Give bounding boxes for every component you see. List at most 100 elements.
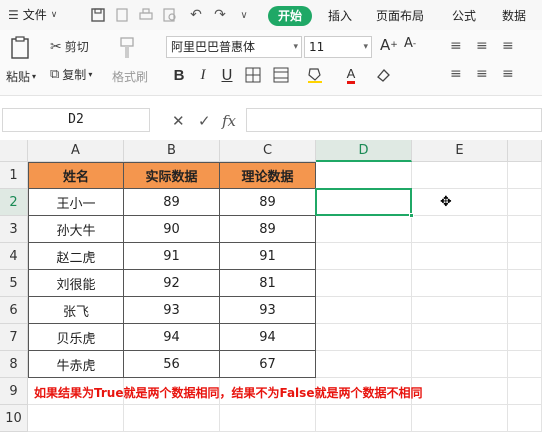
fill-color-icon[interactable] [304, 64, 326, 86]
row-header-3[interactable]: 3 [0, 216, 28, 243]
redo-icon[interactable]: ↷ [210, 5, 230, 25]
font-size-select[interactable]: 11 ▾ [304, 36, 372, 58]
table-cell-a4[interactable]: 赵二虎 [28, 243, 124, 270]
align-left-icon[interactable]: ≡ [450, 66, 462, 82]
table-cell-c6[interactable]: 93 [220, 297, 316, 324]
table-cell-b4[interactable]: 91 [124, 243, 220, 270]
undo-icon[interactable]: ↶ [186, 5, 206, 25]
export-pdf-icon[interactable] [112, 5, 132, 25]
cell-f5[interactable] [508, 270, 542, 297]
table-cell-a2[interactable]: 王小一 [28, 189, 124, 216]
row-header-7[interactable]: 7 [0, 324, 28, 351]
row-header-1[interactable]: 1 [0, 162, 28, 189]
tab-insert[interactable]: 插入 [328, 6, 352, 26]
save-icon[interactable] [88, 5, 108, 25]
column-header-c[interactable]: C [220, 140, 316, 162]
cell-d4[interactable] [316, 243, 412, 270]
table-cell-c2[interactable]: 89 [220, 189, 316, 216]
row-header-2[interactable]: 2 [0, 189, 28, 216]
insert-function-icon[interactable]: fx [222, 110, 236, 132]
paste-label-button[interactable]: 粘贴 ▾ [6, 68, 36, 85]
table-cell-c7[interactable]: 94 [220, 324, 316, 351]
row-header-4[interactable]: 4 [0, 243, 28, 270]
merge-cells-icon[interactable] [270, 64, 292, 86]
table-cell-a8[interactable]: 牛赤虎 [28, 351, 124, 378]
table-cell-a5[interactable]: 刘很能 [28, 270, 124, 297]
name-box[interactable]: D2 [2, 108, 150, 132]
tab-page-layout[interactable]: 页面布局 [376, 6, 424, 26]
row-header-6[interactable]: 6 [0, 297, 28, 324]
cell-d5[interactable] [316, 270, 412, 297]
decrease-font-icon[interactable]: A- [404, 36, 416, 51]
active-cell-outline[interactable] [315, 188, 414, 218]
tab-home[interactable]: 开始 [268, 6, 313, 26]
table-cell-b8[interactable]: 56 [124, 351, 220, 378]
row-header-9[interactable]: 9 [0, 378, 28, 405]
more-chevron-icon[interactable]: ∨ [234, 5, 254, 25]
formula-input[interactable] [246, 108, 542, 132]
borders-icon[interactable] [242, 64, 264, 86]
align-top-icon[interactable]: ≡ [450, 38, 462, 54]
row-header-8[interactable]: 8 [0, 351, 28, 378]
clear-format-icon[interactable] [372, 64, 394, 86]
cell-f4[interactable] [508, 243, 542, 270]
table-header-cell[interactable]: 实际数据 [124, 162, 220, 189]
cell-d6[interactable] [316, 297, 412, 324]
cell-e9[interactable] [412, 378, 508, 405]
font-name-select[interactable]: 阿里巴巴普惠体 ▾ [166, 36, 302, 58]
cancel-icon[interactable]: ✕ [172, 110, 185, 132]
cell-f3[interactable] [508, 216, 542, 243]
cell-e4[interactable] [412, 243, 508, 270]
print-preview-icon[interactable] [160, 5, 180, 25]
table-cell-c5[interactable]: 81 [220, 270, 316, 297]
cell-f9[interactable] [508, 378, 542, 405]
select-all-corner[interactable] [0, 140, 28, 162]
underline-icon[interactable]: U [216, 64, 238, 86]
cell-f7[interactable] [508, 324, 542, 351]
cell-a10[interactable] [28, 405, 124, 432]
cut-button[interactable]: ✂ 剪切 [50, 38, 89, 55]
align-middle-icon[interactable]: ≡ [476, 38, 488, 54]
table-cell-a7[interactable]: 贝乐虎 [28, 324, 124, 351]
table-cell-b7[interactable]: 94 [124, 324, 220, 351]
cell-d10[interactable] [316, 405, 412, 432]
cell-d7[interactable] [316, 324, 412, 351]
column-header-a[interactable]: A [28, 140, 124, 162]
print-icon[interactable] [136, 5, 156, 25]
table-cell-b3[interactable]: 90 [124, 216, 220, 243]
cell-e2[interactable] [412, 189, 508, 216]
font-color-icon[interactable]: A [340, 64, 362, 86]
table-cell-c4[interactable]: 91 [220, 243, 316, 270]
table-header-cell[interactable]: 姓名 [28, 162, 124, 189]
cell-e6[interactable] [412, 297, 508, 324]
row-header-10[interactable]: 10 [0, 405, 28, 432]
increase-font-icon[interactable]: A + [380, 36, 398, 54]
table-cell-b5[interactable]: 92 [124, 270, 220, 297]
row-header-5[interactable]: 5 [0, 270, 28, 297]
column-header-d[interactable]: D [316, 140, 412, 162]
column-header-e[interactable]: E [412, 140, 508, 162]
cell-b10[interactable] [124, 405, 220, 432]
confirm-icon[interactable]: ✓ [198, 110, 211, 132]
cell-f6[interactable] [508, 297, 542, 324]
format-painter-icon[interactable] [118, 36, 136, 60]
cell-e3[interactable] [412, 216, 508, 243]
copy-button[interactable]: ⧉ 复制 ▾ [50, 66, 92, 83]
table-cell-a3[interactable]: 孙大牛 [28, 216, 124, 243]
table-cell-b6[interactable]: 93 [124, 297, 220, 324]
align-center-icon[interactable]: ≡ [476, 66, 488, 82]
cell-d1[interactable] [316, 162, 412, 189]
align-bottom-icon[interactable]: ≡ [502, 38, 514, 54]
table-cell-b2[interactable]: 89 [124, 189, 220, 216]
cell-f10[interactable] [508, 405, 542, 432]
cell-e10[interactable] [412, 405, 508, 432]
cell-e1[interactable] [412, 162, 508, 189]
format-painter-button[interactable]: 格式刷 [112, 68, 148, 85]
bold-icon[interactable]: B [168, 64, 190, 86]
fill-handle[interactable] [409, 213, 414, 218]
cell-d8[interactable] [316, 351, 412, 378]
column-header-b[interactable]: B [124, 140, 220, 162]
cell-f1[interactable] [508, 162, 542, 189]
file-menu-button[interactable]: ☰ 文件 ∨ [8, 6, 57, 23]
cell-e7[interactable] [412, 324, 508, 351]
